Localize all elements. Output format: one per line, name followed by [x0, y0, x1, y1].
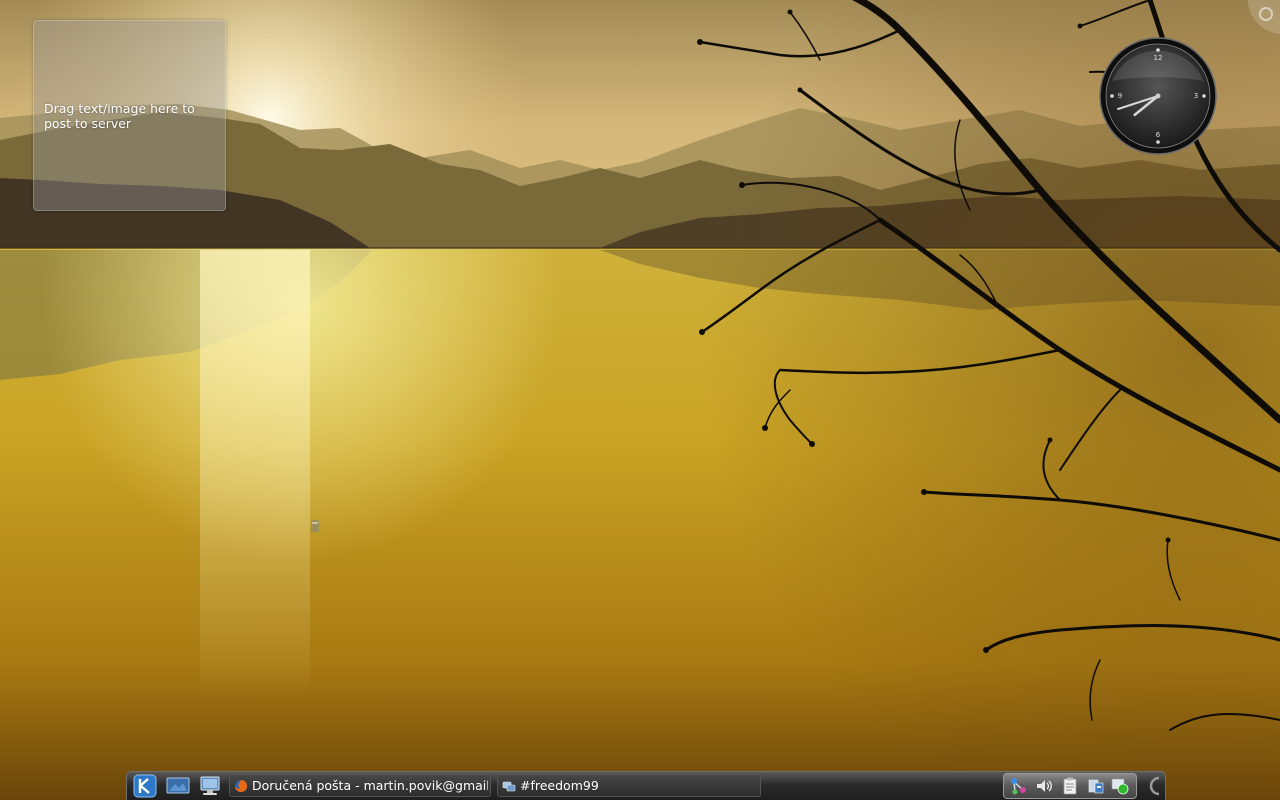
kde-menu-icon [133, 774, 157, 798]
tray-clipboard[interactable] [1060, 776, 1080, 796]
task-label: Doručená pošta - martin.povik@gmail [252, 778, 488, 793]
system-settings-button[interactable] [197, 774, 223, 798]
chat-icon [502, 781, 516, 792]
show-desktop-icon [166, 777, 190, 794]
kde-menu-button[interactable] [132, 774, 158, 798]
network-icon [1011, 778, 1026, 795]
clock-numeral: 9 [1118, 92, 1122, 100]
volume-icon [1037, 780, 1052, 792]
firefox-icon [235, 780, 248, 792]
clock-numeral: 6 [1156, 131, 1161, 139]
clock-numeral: 3 [1194, 92, 1198, 100]
cashew-icon[interactable] [1236, 0, 1280, 34]
taskbar-panel: Doručená pošta - martin.povik@gmail #fre… [126, 771, 1166, 800]
tray-update-notifier[interactable] [1110, 776, 1130, 796]
panel-toolbox-icon [1149, 776, 1160, 796]
analog-clock[interactable]: 12 3 6 9 [1098, 36, 1218, 156]
task-label: #freedom99 [520, 778, 599, 793]
desktop-file-icon[interactable] [310, 518, 320, 532]
show-desktop-button[interactable] [165, 774, 191, 798]
system-settings-icon [200, 776, 220, 795]
tray-package-manager[interactable] [1086, 776, 1106, 796]
panel-toolbox-button[interactable] [1145, 774, 1165, 798]
clock-numeral: 12 [1154, 54, 1163, 62]
task-irc-channel[interactable]: #freedom99 [497, 774, 761, 797]
system-tray [1003, 773, 1137, 799]
clipboard-icon [1063, 777, 1077, 795]
tray-network[interactable] [1009, 776, 1029, 796]
task-firefox-mail[interactable]: Doručená pošta - martin.povik@gmail [229, 774, 491, 797]
tray-volume[interactable] [1034, 776, 1054, 796]
pastebin-drop-label: Drag text/image here to post to server [44, 101, 195, 131]
update-notifier-icon [1111, 778, 1129, 795]
pastebin-widget[interactable]: Drag text/image here to post to server [33, 20, 226, 211]
desktop[interactable]: Drag text/image here to post to server 1… [0, 0, 1280, 800]
package-manager-icon [1088, 779, 1104, 794]
